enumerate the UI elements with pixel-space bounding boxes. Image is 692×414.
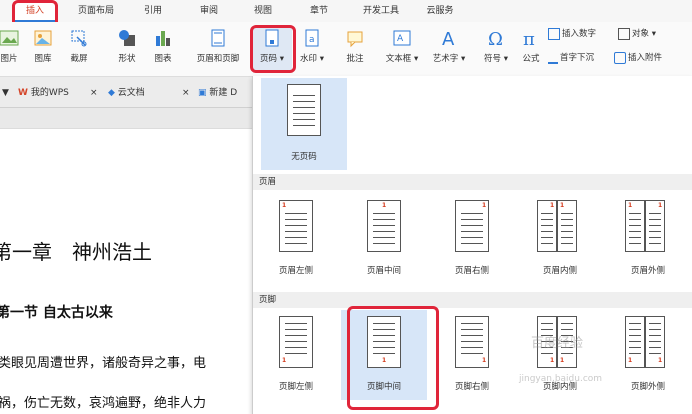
screenshot-icon: [71, 30, 87, 47]
formula-button[interactable]: π 公式: [516, 26, 546, 72]
svg-text:Ω: Ω: [488, 29, 503, 48]
textbox-button[interactable]: A 文本框 ▾: [380, 26, 424, 72]
page-number-dropdown: 无页码 页眉 1 页眉左侧 1 页眉中间 1 页眉右侧 1 1 页眉内侧 1 1…: [252, 76, 692, 414]
drop-cap-button[interactable]: 首字下沉: [548, 50, 594, 66]
comment-icon: [347, 31, 363, 48]
footer-outer-option[interactable]: 1 1 页脚外侧: [605, 310, 691, 400]
wordart-icon: A: [442, 29, 455, 48]
header-center-option[interactable]: 1 页眉中间: [341, 194, 427, 284]
document-tab-bar: ▼ W 我的WPS × ◆ 云文档 × ▣ 新建 D: [0, 77, 252, 108]
object-icon: [618, 27, 630, 40]
ribbon-toolbar: 图片 图库 截屏 形状 图表 页眉和页脚 页码 ▾ a 水印 ▾ 批注 A 文本…: [0, 22, 692, 77]
chart-icon: [156, 31, 170, 46]
watermark-icon: a: [305, 29, 319, 47]
number-icon: [548, 27, 560, 40]
watermark-logo: 百度经验: [531, 336, 584, 351]
comment-button[interactable]: 批注: [338, 26, 372, 72]
omega-icon: Ω: [488, 29, 503, 48]
header-section-label: 页眉: [253, 174, 692, 190]
header-inner-option[interactable]: 1 1 页眉内侧: [517, 194, 603, 284]
svg-text:a: a: [309, 35, 315, 45]
tab-page-layout[interactable]: 页面布局: [70, 0, 122, 22]
tab-review[interactable]: 审阅: [192, 0, 226, 22]
chapter-title: 第一章 神州浩土: [0, 240, 152, 264]
shapes-button[interactable]: 形状: [110, 26, 144, 72]
tab-cloud-service[interactable]: 云服务: [418, 0, 462, 22]
tab-new-doc[interactable]: ▣ 新建 D: [198, 84, 237, 102]
textbox-icon: A: [393, 30, 411, 46]
footer-section-label: 页脚: [253, 292, 692, 308]
insert-attachment-button[interactable]: 插入附件: [614, 50, 662, 66]
close-icon[interactable]: ×: [182, 84, 190, 102]
insert-number-button[interactable]: 插入数字: [548, 26, 596, 42]
pi-icon: π: [523, 29, 535, 48]
doc-icon: ▣: [198, 88, 207, 98]
watermark-url: jingyan.baidu.com: [519, 374, 603, 384]
svg-text:π: π: [523, 29, 535, 48]
paragraph-line-2: 祸，伤亡无数，哀鸿遍野，绝非人力: [0, 396, 207, 411]
drop-cap-icon: [548, 52, 558, 64]
document-top-margin: [0, 108, 252, 129]
header-right-option[interactable]: 1 页眉右侧: [429, 194, 515, 284]
symbol-button[interactable]: Ω 符号 ▾: [478, 26, 514, 72]
tab-view[interactable]: 视图: [246, 0, 280, 22]
tab-chapter[interactable]: 章节: [302, 0, 336, 22]
tab-mywps[interactable]: W 我的WPS: [18, 84, 69, 102]
tab-references[interactable]: 引用: [136, 0, 170, 22]
shapes-icon: [119, 30, 135, 46]
header-outer-option[interactable]: 1 1 页眉外侧: [605, 194, 691, 284]
attachment-icon: [614, 51, 626, 64]
page-thumbnail: [287, 84, 321, 136]
watermark-button[interactable]: a 水印 ▾: [294, 26, 330, 72]
header-footer-button[interactable]: 页眉和页脚: [190, 26, 246, 72]
paragraph-line-1: 类眼见周遭世界，诸般奇异之事，电: [0, 356, 207, 371]
tab-cloud-docs[interactable]: ◆ 云文档: [108, 84, 145, 102]
screenshot-button[interactable]: 截屏: [62, 26, 96, 72]
header-footer-icon: [211, 29, 225, 47]
close-icon[interactable]: ×: [90, 84, 98, 102]
ribbon-tab-bar: 插入 页面布局 引用 审阅 视图 章节 开发工具 云服务: [0, 0, 692, 22]
cloud-icon: ◆: [108, 88, 115, 98]
wps-logo-icon: W: [18, 88, 28, 98]
document-page[interactable]: 第一章 神州浩土 第一节 自太古以来 类眼见周遭世界，诸般奇异之事，电 祸，伤亡…: [0, 108, 252, 414]
footer-left-option[interactable]: 1 页脚左侧: [253, 310, 339, 400]
footer-center-highlight: [347, 306, 439, 410]
object-button[interactable]: 对象 ▾: [618, 26, 656, 42]
tab-menu-arrow[interactable]: ▼: [2, 84, 9, 102]
header-left-option[interactable]: 1 页眉左侧: [253, 194, 339, 284]
footer-inner-option[interactable]: 1 1 页脚内侧: [517, 310, 603, 400]
svg-text:A: A: [442, 29, 455, 48]
picture-icon: [0, 30, 19, 46]
wordart-button[interactable]: A 艺术字 ▾: [426, 26, 472, 72]
section-title: 第一节 自太古以来: [0, 305, 113, 321]
svg-text:A: A: [397, 34, 404, 44]
tab-developer[interactable]: 开发工具: [354, 0, 408, 22]
gallery-icon: [34, 30, 52, 46]
page-number-highlight: [250, 25, 296, 73]
footer-right-option[interactable]: 1 页脚右侧: [429, 310, 515, 400]
gallery-button[interactable]: 图库: [26, 26, 60, 72]
no-page-number-option[interactable]: 无页码: [261, 78, 347, 170]
chart-button[interactable]: 图表: [146, 26, 180, 72]
picture-button[interactable]: 图片: [0, 26, 24, 72]
